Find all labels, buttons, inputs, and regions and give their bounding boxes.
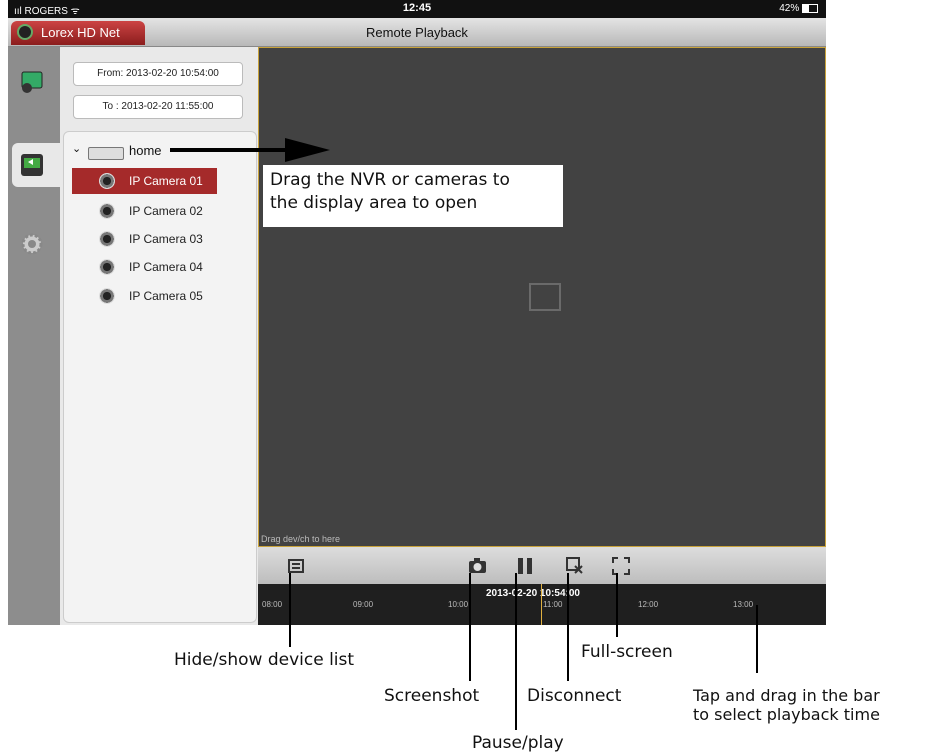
camera-icon: [99, 259, 115, 275]
drag-note-line: the display area to open: [270, 193, 478, 213]
playback-icon[interactable]: [18, 151, 48, 181]
timeline-tick: 09:00: [353, 600, 374, 609]
drag-hint: Drag dev/ch to here: [261, 534, 341, 544]
fullscreen-icon[interactable]: [612, 557, 630, 575]
camera-label: IP Camera 01: [129, 174, 203, 188]
timeline-tick: 11:00: [543, 600, 563, 609]
video-display-area[interactable]: Drag dev/ch to here: [258, 47, 826, 547]
label-full-screen: Full-screen: [581, 642, 673, 662]
timeline-current-time: 2013-02-20 10:54:00: [486, 588, 580, 599]
camera-label: IP Camera 04: [129, 260, 203, 274]
side-icon-bar: [8, 47, 60, 625]
from-time-field[interactable]: From: 2013-02-20 10:54:00: [73, 62, 243, 86]
battery-icon: [802, 3, 818, 13]
device-tree: ⌄ home IP Camera 01 IP Camera 02 IP Came…: [63, 131, 257, 623]
camera-label: IP Camera 03: [129, 232, 203, 246]
callout-line-timeline: [756, 605, 758, 673]
timeline-bar[interactable]: 08:00 09:00 10:00 11:00 12:00 13:00 2013…: [258, 584, 826, 625]
chevron-down-icon[interactable]: ⌄: [72, 142, 81, 155]
camera-label: IP Camera 05: [129, 289, 203, 303]
timeline-tick: 12:00: [638, 600, 659, 609]
drag-instruction-note: Drag the NVR or cameras to the display a…: [263, 165, 563, 227]
empty-channel-icon: [529, 283, 561, 311]
camera-item-02[interactable]: IP Camera 02: [72, 198, 217, 224]
label-pause-play: Pause/play: [472, 733, 564, 753]
timeline-cursor[interactable]: [541, 584, 542, 625]
label-tap-drag-line: Tap and drag in the bar: [693, 686, 880, 705]
label-screenshot: Screenshot: [384, 686, 480, 706]
title-bar: Lorex HD Net Remote Playback: [8, 18, 826, 47]
label-tap-drag-line: to select playback time: [693, 705, 880, 724]
label-tap-drag: Tap and drag in the bar to select playba…: [693, 686, 880, 724]
pause-icon[interactable]: [516, 557, 534, 575]
callout-line-full-screen: [616, 573, 618, 637]
camera-icon: [99, 203, 115, 219]
nvr-icon: [88, 147, 124, 160]
timeline-tick: 08:00: [262, 600, 283, 609]
clock: 12:45: [402, 2, 432, 14]
callout-line-screenshot: [469, 573, 471, 681]
screen-title: Remote Playback: [366, 25, 468, 40]
drag-note-line: Drag the NVR or cameras to: [270, 170, 510, 190]
settings-icon[interactable]: [18, 229, 48, 259]
camera-label: IP Camera 02: [129, 204, 203, 218]
ipad-screen: ııl ROGERS ᯤ 12:45 42% Lorex HD Net Remo…: [8, 0, 826, 625]
drag-arrow: [170, 138, 330, 162]
camera-item-04[interactable]: IP Camera 04: [72, 254, 217, 280]
playback-controls: [258, 547, 826, 584]
camera-icon: [99, 288, 115, 304]
to-time-field[interactable]: To : 2013-02-20 11:55:00: [73, 95, 243, 119]
camera-icon: [99, 231, 115, 247]
callout-line-pause-play: [515, 573, 517, 730]
status-bar: ııl ROGERS ᯤ 12:45 42%: [8, 0, 826, 18]
device-panel: From: 2013-02-20 10:54:00 To : 2013-02-2…: [60, 47, 259, 625]
camera-icon: [99, 173, 115, 189]
tree-node-home-label: home: [129, 143, 162, 158]
label-disconnect: Disconnect: [527, 686, 622, 706]
timeline-tick: 10:00: [448, 600, 469, 609]
camera-item-05[interactable]: IP Camera 05: [72, 283, 217, 309]
camera-item-03[interactable]: IP Camera 03: [72, 226, 217, 252]
timeline-tick: 13:00: [733, 600, 754, 609]
monitor-icon[interactable]: [18, 67, 48, 97]
battery-label: 42%: [779, 3, 818, 14]
camera-item-01[interactable]: IP Camera 01: [72, 168, 217, 194]
callout-line-disconnect: [567, 573, 569, 681]
callout-line-hide-show: [289, 573, 291, 647]
label-hide-show: Hide/show device list: [174, 650, 355, 670]
